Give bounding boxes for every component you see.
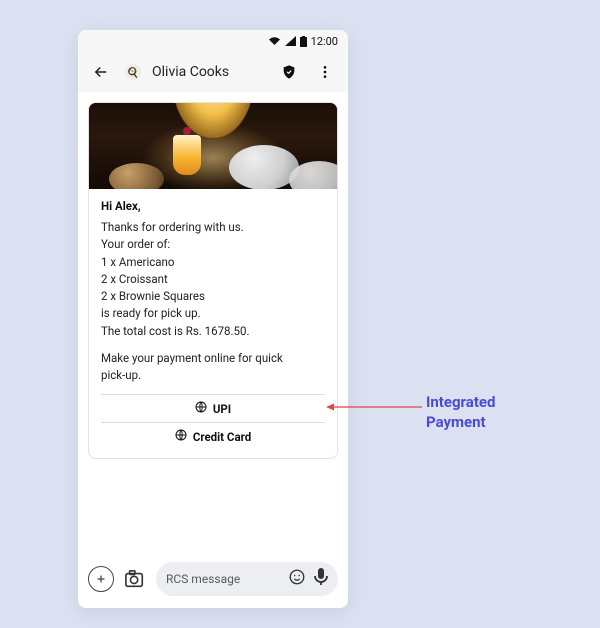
composer: RCS message <box>78 558 348 608</box>
annotation-line: Payment <box>426 413 495 433</box>
msg-line: is ready for pick up. <box>101 305 325 322</box>
msg-line: 2 x Brownie Squares <box>101 288 325 305</box>
msg-line: The total cost is Rs. 1678.50. <box>101 323 325 340</box>
msg-line: Thanks for ordering with us. <box>101 219 325 236</box>
clock-text: 12:00 <box>311 35 338 48</box>
phone-frame: 12:00 🍳 Olivia Cooks <box>78 30 348 608</box>
msg-line: Your order of: <box>101 236 325 253</box>
pay-card-button[interactable]: Credit Card <box>101 422 325 450</box>
globe-icon <box>175 429 187 444</box>
card-hero-image <box>89 103 337 189</box>
sender-avatar[interactable]: 🍳 <box>124 63 142 81</box>
emoji-icon[interactable] <box>288 568 306 590</box>
globe-icon <box>195 401 207 416</box>
add-button[interactable] <box>88 566 114 592</box>
more-menu-icon[interactable] <box>312 59 338 85</box>
chat-title[interactable]: Olivia Cooks <box>152 64 266 80</box>
battery-icon <box>300 36 307 47</box>
msg-line: pick-up. <box>101 367 325 384</box>
wifi-icon <box>268 36 281 46</box>
message-input[interactable]: RCS message <box>156 562 338 596</box>
greeting-text: Hi Alex, <box>101 199 325 213</box>
chat-content: Hi Alex, Thanks for ordering with us. Yo… <box>78 92 348 558</box>
payment-prompt: Make your payment online for quick pick-… <box>101 350 325 385</box>
order-summary: Thanks for ordering with us. Your order … <box>101 219 325 340</box>
card-body: Hi Alex, Thanks for ordering with us. Yo… <box>89 189 337 458</box>
pay-upi-label: UPI <box>213 402 231 416</box>
msg-line: 1 x Americano <box>101 254 325 271</box>
back-icon[interactable] <box>88 59 114 85</box>
pay-upi-button[interactable]: UPI <box>101 394 325 422</box>
svg-text:🍳: 🍳 <box>127 66 139 79</box>
verified-shield-icon <box>276 59 302 85</box>
pay-card-label: Credit Card <box>193 430 251 444</box>
camera-icon[interactable] <box>122 566 148 592</box>
rich-card: Hi Alex, Thanks for ordering with us. Yo… <box>88 102 338 459</box>
annotation-arrow <box>326 402 422 412</box>
annotation-label: Integrated Payment <box>426 393 495 432</box>
status-bar: 12:00 <box>78 30 348 52</box>
mic-icon[interactable] <box>314 568 328 590</box>
annotation-line: Integrated <box>426 393 495 413</box>
msg-line: 2 x Croissant <box>101 271 325 288</box>
msg-line: Make your payment online for quick <box>101 350 325 367</box>
chat-header: 🍳 Olivia Cooks <box>78 52 348 92</box>
message-placeholder: RCS message <box>166 572 280 586</box>
signal-icon <box>285 36 296 46</box>
